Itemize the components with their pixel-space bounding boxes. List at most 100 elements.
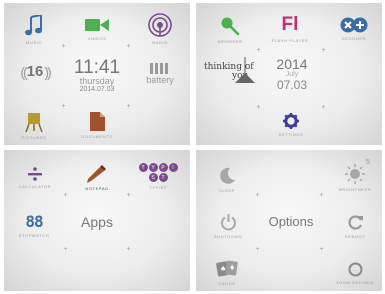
- battery-label: battery: [146, 75, 174, 85]
- apps-title: Apps: [81, 214, 113, 230]
- clock-date: 2014.07.03: [79, 86, 115, 93]
- pencil-icon: [87, 165, 106, 183]
- grid-plus: +: [126, 246, 131, 253]
- decoder-label: DECODER: [341, 36, 367, 41]
- typist-key: Y: [148, 163, 158, 172]
- grid-plus: +: [255, 192, 260, 199]
- typist-key: T: [138, 163, 148, 172]
- note-widget[interactable]: thinking of you: [204, 57, 256, 83]
- music-tile[interactable]: MUSIC: [6, 15, 62, 45]
- settings-label: SETTINGS: [278, 132, 304, 137]
- grid-plus: +: [126, 103, 131, 110]
- typist-key: S: [148, 173, 158, 182]
- battery-tile[interactable]: battery: [132, 63, 188, 85]
- documents-label: DOCUMENTS: [81, 134, 113, 139]
- cursor-arrow-icon: [235, 57, 255, 83]
- decoder-tile[interactable]: DECODER: [326, 17, 382, 41]
- typist-keys-icon: T Y P I S T: [138, 163, 178, 182]
- battery-icon: [150, 63, 168, 74]
- shutdown-label: SHUTDOWN: [213, 234, 243, 239]
- svg-text:♦: ♦: [229, 264, 235, 272]
- document-icon: [89, 112, 105, 131]
- browser-tile[interactable]: BROWSER: [202, 16, 258, 44]
- date-widget: 2014 July 07.03: [270, 57, 314, 91]
- clock: 11:41 thursday 2014.07.03: [64, 58, 130, 94]
- calculator-tile[interactable]: CALCULATOR: [7, 167, 63, 189]
- sleep-label: SLEEP: [219, 188, 235, 193]
- grid-plus: +: [63, 192, 68, 199]
- flash-player-tile[interactable]: Fl FLASH PLAYER: [262, 14, 318, 44]
- documents-tile[interactable]: DOCUMENTS: [69, 112, 125, 139]
- brightness-label: BRIGHTNESS: [338, 187, 371, 192]
- playing-cards-icon: ♠ ♦: [216, 260, 238, 277]
- home-screen: + + + + BROWSER Fl FLASH PLAYER DECODER …: [196, 3, 382, 145]
- date-year: 2014: [276, 56, 308, 72]
- radio-icon: [148, 13, 172, 37]
- stopwatch-label: STOPWATCH: [18, 233, 50, 238]
- typist-key: I: [168, 163, 178, 172]
- refresh-icon: [347, 215, 363, 230]
- flash-player-icon: Fl: [281, 14, 299, 35]
- stopwatch-tile[interactable]: 88 STOPWATCH: [6, 213, 62, 238]
- decoder-icon: [340, 17, 368, 33]
- calculator-label: CALCULATOR: [18, 184, 52, 189]
- options-title: Options: [268, 214, 314, 229]
- grid-plus: +: [126, 43, 131, 50]
- music-note-icon: [25, 15, 42, 36]
- gear-icon: [283, 113, 299, 129]
- grid-plus: +: [126, 192, 131, 199]
- volume-value: 16: [26, 63, 44, 80]
- zoom-defined-label: ZOOM DEFINED: [336, 280, 374, 285]
- apps-screen: + + + + CALCULATOR NOTEPAD T Y P I S T T…: [4, 150, 190, 291]
- typist-key: P: [158, 163, 168, 172]
- clock-time: 11:41: [73, 57, 121, 78]
- svg-text:♠: ♠: [220, 265, 226, 273]
- grid-plus: +: [321, 47, 326, 54]
- sun-icon: [345, 164, 365, 184]
- music-label: MUSIC: [26, 40, 42, 45]
- reboot-tile[interactable]: REBOOT: [327, 214, 382, 239]
- typist-label: TYPIST: [149, 185, 167, 190]
- grid-plus: +: [319, 246, 324, 253]
- typist-key: T: [158, 173, 168, 182]
- cards-label: CARDS: [218, 281, 236, 286]
- radio-tile[interactable]: RADIO: [132, 13, 188, 45]
- settings-tile[interactable]: SETTINGS: [263, 113, 319, 137]
- cards-tile[interactable]: ♠ ♦ CARDS: [199, 260, 255, 286]
- pictures-tile[interactable]: PICTURES: [6, 112, 62, 140]
- power-icon: [220, 214, 236, 231]
- stopwatch-digits-icon: 88: [25, 212, 43, 231]
- grid-plus: +: [321, 104, 326, 111]
- grid-plus: +: [256, 47, 261, 54]
- sleep-tile[interactable]: SLEEP: [199, 167, 255, 193]
- options-screen: + + + + SLEEP 5 BRIGHTNESS SHUTDOWN Opti…: [196, 150, 382, 291]
- zoom-defined-tile[interactable]: ZOOM DEFINED: [327, 262, 382, 285]
- grid-plus: +: [256, 104, 261, 111]
- clock-day: thursday: [79, 76, 115, 86]
- divide-icon: [28, 167, 42, 181]
- shutdown-tile[interactable]: SHUTDOWN: [200, 214, 256, 239]
- videos-label: VIDEOS: [87, 36, 107, 41]
- volume-tile[interactable]: (( 16 )): [7, 63, 63, 80]
- reboot-label: REBOOT: [344, 234, 366, 239]
- radio-label: RADIO: [152, 40, 168, 45]
- brightness-value: 5: [366, 159, 370, 166]
- media-screen: + + + + MUSIC VIDEOS RADIO (( 16 )) 11:4…: [4, 3, 190, 145]
- video-camera-icon: [85, 19, 109, 31]
- browser-label: BROWSER: [217, 39, 243, 44]
- circle-icon: [348, 262, 362, 277]
- videos-tile[interactable]: VIDEOS: [69, 17, 125, 41]
- volume-level-icon: (( 16 )): [20, 63, 51, 80]
- grid-plus: +: [63, 246, 68, 253]
- magnifier-icon: [221, 17, 240, 36]
- moon-icon: [220, 167, 235, 184]
- brightness-tile[interactable]: 5 BRIGHTNESS: [327, 159, 382, 192]
- pictures-label: PICTURES: [21, 135, 47, 140]
- notepad-label: NOTEPAD: [85, 186, 109, 191]
- grid-plus: +: [61, 103, 66, 110]
- easel-icon: [25, 113, 43, 132]
- notepad-tile[interactable]: NOTEPAD: [69, 165, 125, 191]
- grid-plus: +: [319, 192, 324, 199]
- typist-tile[interactable]: T Y P I S T TYPIST: [130, 163, 186, 190]
- grid-plus: +: [255, 246, 260, 253]
